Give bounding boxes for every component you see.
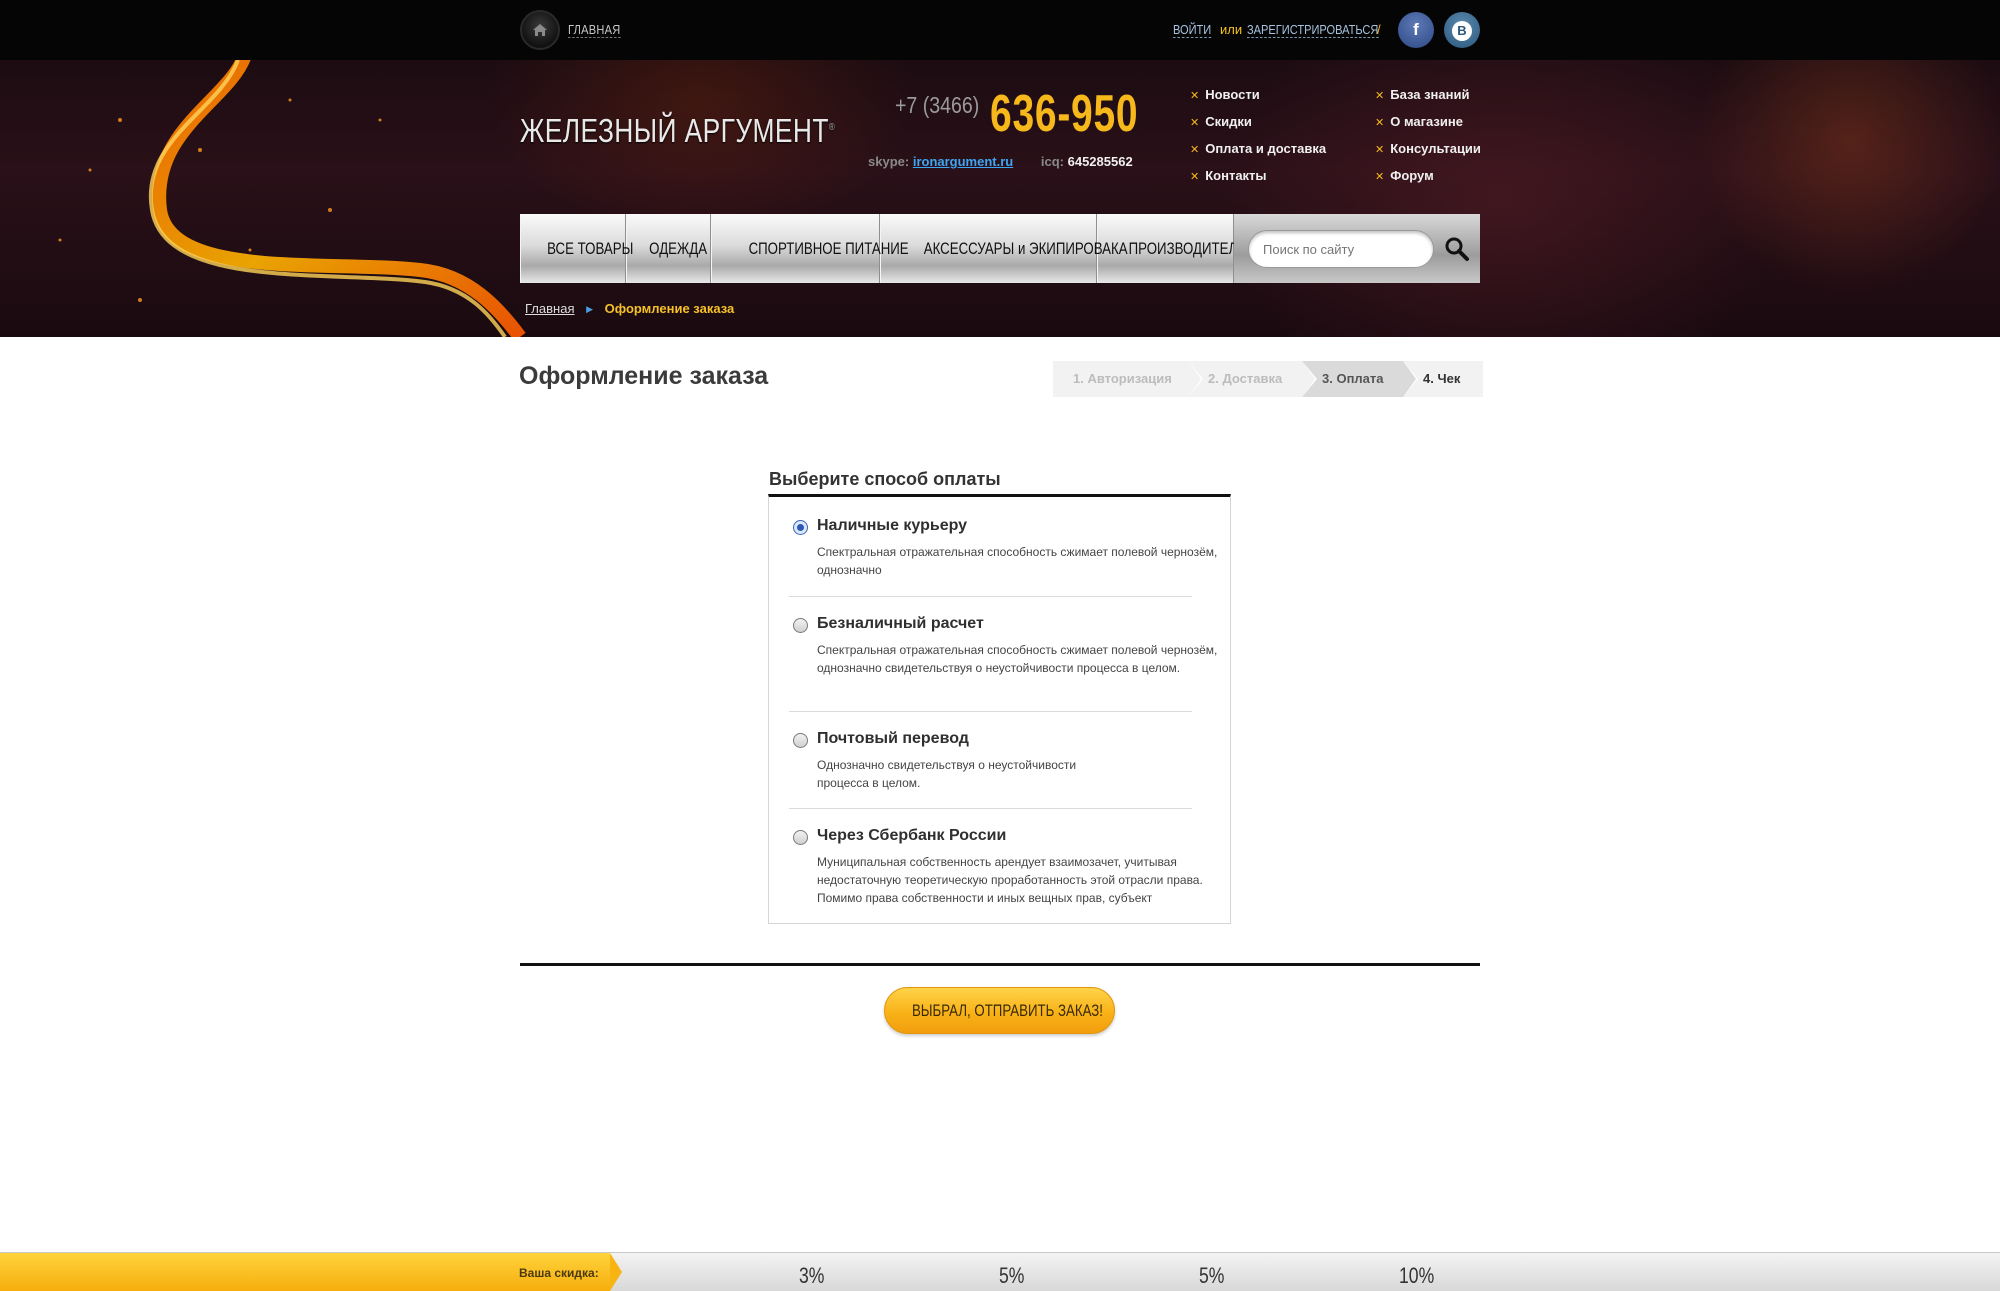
home-link[interactable]: ГЛАВНАЯ <box>568 22 621 38</box>
radio-sberbank[interactable] <box>793 830 808 845</box>
option-label[interactable]: Наличные курьеру <box>817 517 967 535</box>
step-authorization: 1. Авторизация <box>1053 361 1203 397</box>
phone-number: 636-950 <box>990 85 1139 143</box>
info-nav-col2: ✕ База знаний ✕ О магазине ✕ Консультации ✕… <box>1375 87 1481 195</box>
discount-level: 10% <box>1399 1263 1435 1288</box>
submit-order-button[interactable]: ВЫБРАЛ, ОТПРАВИТЬ ЗАКАЗ! <box>884 987 1115 1034</box>
checkout-steps: 1. Авторизация 2. Доставка 3. Оплата 4. … <box>1053 361 1483 397</box>
option-label[interactable]: Безналичный расчет <box>817 615 984 633</box>
nav-link-discounts[interactable]: ✕ Скидки <box>1190 114 1326 141</box>
main-nav-sports-nutrition[interactable]: СПОРТИВНОЕ ПИТАНИЕ <box>711 214 909 283</box>
page-title: Оформление заказа <box>519 362 769 390</box>
logo-mark: ® <box>828 122 836 133</box>
submit-label: ВЫБРАЛ, ОТПРАВИТЬ ЗАКАЗ! <box>911 1001 1103 1020</box>
discount-label: Ваша скидка: <box>519 1266 599 1280</box>
main-nav-all-products[interactable]: ВСЕ ТОВАРЫ <box>520 214 633 283</box>
payment-section-title: Выберите способ оплаты <box>769 469 1001 489</box>
slash-separator: / <box>1377 22 1381 37</box>
or-text: или <box>1220 22 1243 37</box>
step-delivery: 2. Доставка <box>1188 361 1317 397</box>
flame-decoration <box>58 60 526 337</box>
main-nav-clothing[interactable]: ОДЕЖДА <box>626 214 711 283</box>
skype-label: skype: <box>868 154 910 169</box>
top-bar: ГЛАВНАЯ ВОЙТИ или ЗАРЕГИСТРИРОВАТЬСЯ / f… <box>0 0 2000 60</box>
divider <box>789 711 1192 712</box>
discount-level: 5% <box>1199 1263 1225 1288</box>
option-label[interactable]: Через Сбербанк России <box>817 827 1006 845</box>
contact-info: skype: ironargument.ru icq: 645285562 <box>868 154 1133 169</box>
radio-bank-transfer[interactable] <box>793 618 808 633</box>
breadcrumb-current: Оформление заказа <box>604 301 735 316</box>
vk-glyph: В <box>1452 21 1472 41</box>
logo-text: ЖЕЛЕЗНЫЙ АРГУМЕНТ <box>520 112 829 149</box>
breadcrumb: Главная ▶ Оформление заказа <box>525 301 734 316</box>
header: ЖЕЛЕЗНЫЙ АРГУМЕНТ® +7 (3466) 636-950 sky… <box>0 60 2000 337</box>
facebook-icon[interactable]: f <box>1398 12 1434 48</box>
breadcrumb-arrow-icon: ▶ <box>586 304 594 314</box>
section-divider <box>520 963 1480 966</box>
home-icon[interactable] <box>520 10 560 50</box>
step-payment: 3. Оплата <box>1302 361 1418 397</box>
radio-cash[interactable] <box>793 520 808 535</box>
radio-postal[interactable] <box>793 733 808 748</box>
facebook-glyph: f <box>1413 20 1419 39</box>
divider <box>789 808 1192 809</box>
register-link[interactable]: ЗАРЕГИСТРИРОВАТЬСЯ <box>1247 22 1379 38</box>
main-nav: ВСЕ ТОВАРЫ ОДЕЖДА СПОРТИВНОЕ ПИТАНИЕ АКС… <box>520 214 1247 283</box>
nav-link-contacts[interactable]: ✕ Контакты <box>1190 168 1326 195</box>
nav-link-news[interactable]: ✕ Новости <box>1190 87 1326 114</box>
search-input[interactable] <box>1248 230 1434 268</box>
icq-label: icq: <box>1040 154 1064 169</box>
main-nav-accessories[interactable]: АКСЕССУАРЫ и ЭКИПИРОВАКА <box>880 214 1128 283</box>
nav-link-payment-delivery[interactable]: ✕ Оплата и доставка <box>1190 141 1326 168</box>
discount-level: 3% <box>799 1263 825 1288</box>
phone: +7 (3466) 636-950 <box>895 85 1138 143</box>
search-area <box>1234 214 1480 283</box>
discount-bar: Ваша скидка: 3% 5% 5% 10% <box>0 1252 2000 1291</box>
auth-links: ВОЙТИ или ЗАРЕГИСТРИРОВАТЬСЯ / <box>1173 22 1381 38</box>
discount-level: 5% <box>999 1263 1025 1288</box>
login-link[interactable]: ВОЙТИ <box>1173 22 1212 38</box>
nav-link-forum[interactable]: ✕ Форум <box>1375 168 1481 195</box>
breadcrumb-home[interactable]: Главная <box>525 301 574 316</box>
option-description: Спектральная отражательная способность с… <box>817 643 1218 675</box>
nav-link-consultations[interactable]: ✕ Консультации <box>1375 141 1481 168</box>
option-description: Однозначно свидетельствуя о неустойчивос… <box>817 758 1077 790</box>
nav-link-knowledge-base[interactable]: ✕ База знаний <box>1375 87 1481 114</box>
option-label[interactable]: Почтовый перевод <box>817 730 969 748</box>
skype-link[interactable]: ironargument.ru <box>913 154 1013 169</box>
vk-icon[interactable]: В <box>1444 12 1480 48</box>
divider <box>789 596 1192 597</box>
discount-arrow <box>610 1253 622 1291</box>
nav-link-about[interactable]: ✕ О магазине <box>1375 114 1481 141</box>
info-nav-col1: ✕ Новости ✕ Скидки ✕ Оплата и доставка ✕ Кон… <box>1190 87 1326 195</box>
site-logo[interactable]: ЖЕЛЕЗНЫЙ АРГУМЕНТ® <box>520 112 835 150</box>
search-icon[interactable] <box>1444 236 1470 262</box>
payment-options-box: Наличные курьеру Спектральная отражатель… <box>768 494 1231 924</box>
option-description: Муниципальная собственность арендует вза… <box>817 855 1203 905</box>
icq-value: 645285562 <box>1067 154 1133 169</box>
phone-code: +7 (3466) <box>895 92 980 118</box>
option-description: Спектральная отражательная способность с… <box>817 545 1218 577</box>
